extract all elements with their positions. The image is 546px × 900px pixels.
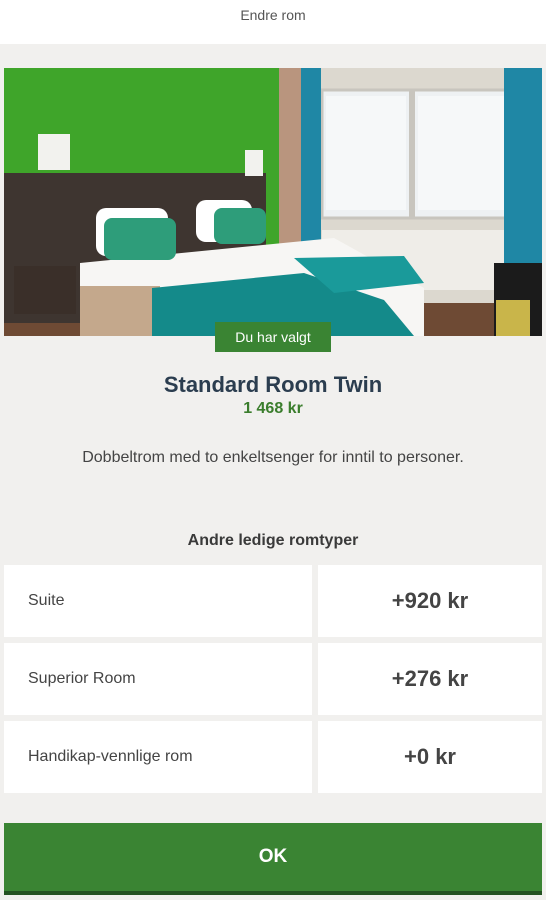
selected-badge: Du har valgt bbox=[215, 322, 331, 352]
selected-room-price: 1 468 kr bbox=[243, 400, 303, 417]
room-option-price-delta: +920 kr bbox=[318, 565, 542, 637]
room-option-name: Handikap-vennlige rom bbox=[4, 721, 312, 793]
room-option-suite[interactable]: Suite +920 kr bbox=[4, 565, 542, 637]
room-option-superior[interactable]: Superior Room +276 kr bbox=[4, 643, 542, 715]
selected-room-name: Standard Room Twin bbox=[163, 372, 383, 397]
top-bar: Endre rom bbox=[0, 0, 546, 44]
room-photo bbox=[4, 68, 542, 336]
ok-button[interactable]: OK bbox=[4, 823, 542, 895]
page-title: Endre rom bbox=[240, 7, 306, 23]
other-rooms-heading: Andre ledige romtyper bbox=[187, 532, 359, 549]
selected-room-description: Dobbeltrom med to enkeltsenger for innti… bbox=[82, 449, 464, 466]
room-option-name: Superior Room bbox=[4, 643, 312, 715]
room-option-price-delta: +0 kr bbox=[318, 721, 542, 793]
room-option-name: Suite bbox=[4, 565, 312, 637]
room-option-price-delta: +276 kr bbox=[318, 643, 542, 715]
room-option-accessible[interactable]: Handikap-vennlige rom +0 kr bbox=[4, 721, 542, 793]
